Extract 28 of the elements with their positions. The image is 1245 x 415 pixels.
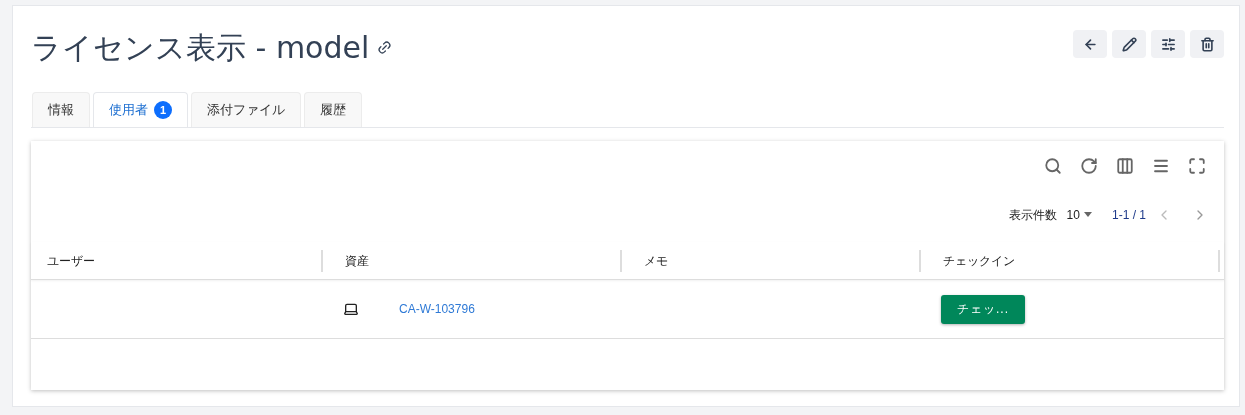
column-header[interactable]: 資産 [345, 251, 369, 270]
sliders-icon [1160, 36, 1176, 52]
columns-icon[interactable] [1116, 157, 1134, 175]
back-button[interactable] [1073, 30, 1107, 58]
page-range: 1-1 / 1 [1111, 206, 1146, 224]
menu-icon[interactable] [1152, 157, 1170, 175]
column-header[interactable]: メモ [644, 251, 668, 270]
count-badge: 1 [154, 101, 172, 119]
edit-button[interactable] [1112, 30, 1146, 58]
laptop-icon [343, 301, 359, 317]
page-title: ライセンス表示 - model [31, 29, 370, 67]
delete-button[interactable] [1190, 30, 1224, 58]
tab[interactable]: 使用者 1 [93, 92, 188, 127]
refresh-icon[interactable] [1080, 157, 1098, 175]
settings-button[interactable] [1151, 30, 1185, 58]
tab[interactable]: 情報 [32, 92, 90, 127]
search-icon[interactable] [1044, 157, 1062, 175]
tab[interactable]: 履歴 [304, 92, 362, 127]
page-size-label: 表示件数 [1008, 206, 1057, 224]
checkin-button[interactable]: チェッ... [941, 294, 1025, 324]
page-size-select[interactable]: 10 [1066, 205, 1092, 224]
trash-icon [1199, 36, 1215, 52]
column-header[interactable]: ユーザー [47, 251, 95, 270]
column-header[interactable]: チェックイン [943, 251, 1015, 270]
pencil-icon [1121, 36, 1137, 52]
fullscreen-icon[interactable] [1188, 157, 1206, 175]
tab[interactable]: 添付ファイル [191, 92, 301, 127]
asset-link[interactable]: CA-W-103796 [399, 300, 475, 318]
